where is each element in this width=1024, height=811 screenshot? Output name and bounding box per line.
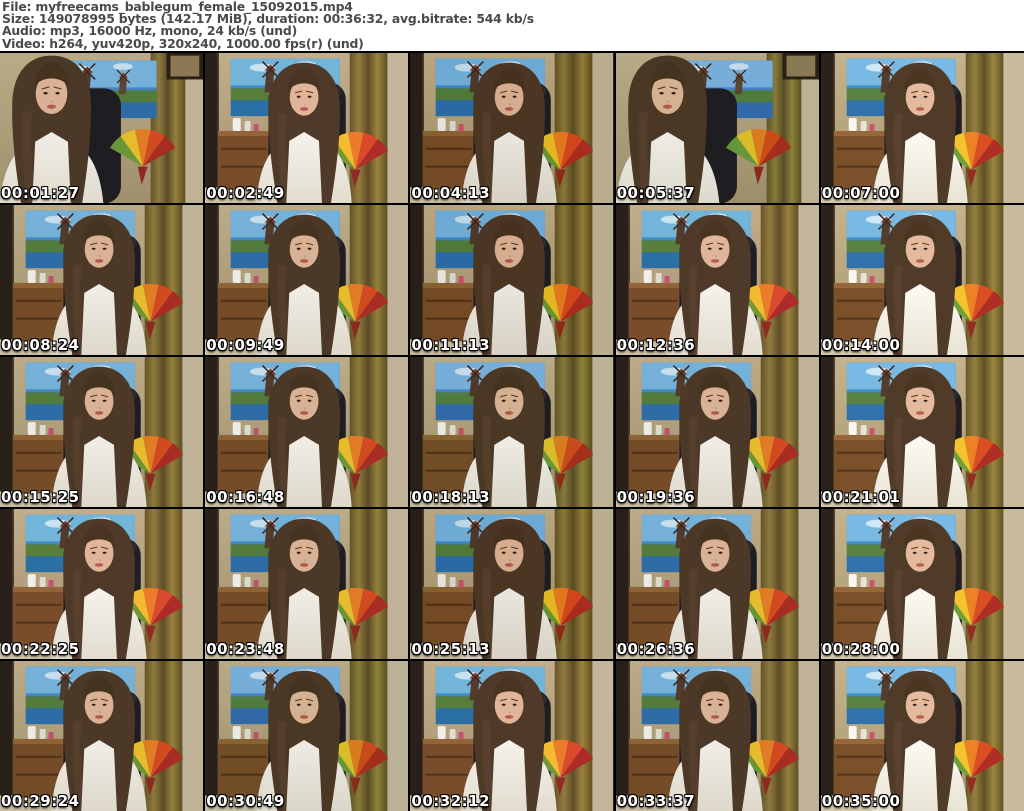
metadata-header: File: myfreecams_bablegum_female_1509201… bbox=[0, 0, 1024, 51]
timestamp-overlay: 00:25:13 bbox=[411, 639, 491, 658]
thumbnail-image bbox=[0, 357, 203, 507]
timestamp-overlay: 00:04:13 bbox=[411, 183, 491, 202]
thumbnail-image bbox=[205, 205, 408, 355]
timestamp-overlay: 00:02:49 bbox=[206, 183, 285, 202]
thumbnail-image bbox=[821, 509, 1024, 659]
timestamp-overlay: 00:32:12 bbox=[411, 791, 491, 810]
video-thumbnail: 00:08:24 bbox=[0, 204, 204, 355]
video-thumbnail: 00:15:25 bbox=[0, 356, 204, 507]
thumbnail-image bbox=[616, 53, 819, 203]
video-thumbnail: 00:05:37 bbox=[615, 52, 819, 203]
video-thumbnail: 00:01:27 bbox=[0, 52, 204, 203]
thumbnail-image bbox=[410, 53, 613, 203]
video-thumbnail: 00:11:13 bbox=[410, 204, 614, 355]
timestamp-overlay: 00:23:48 bbox=[206, 639, 285, 658]
video-thumbnail: 00:35:00 bbox=[820, 660, 1024, 811]
video-thumbnail: 00:30:49 bbox=[205, 660, 409, 811]
video-thumbnail: 00:33:37 bbox=[615, 660, 819, 811]
timestamp-overlay: 00:05:37 bbox=[616, 183, 696, 202]
thumbnail-image bbox=[616, 509, 819, 659]
timestamp-overlay: 00:30:49 bbox=[206, 791, 285, 810]
thumbnail-image bbox=[616, 205, 819, 355]
video-thumbnail: 00:18:13 bbox=[410, 356, 614, 507]
timestamp-overlay: 00:22:25 bbox=[1, 639, 80, 658]
timestamp-overlay: 00:29:24 bbox=[1, 791, 80, 810]
thumbnail-image bbox=[205, 509, 408, 659]
timestamp-overlay: 00:09:49 bbox=[206, 335, 285, 354]
video-thumbnail: 00:22:25 bbox=[0, 508, 204, 659]
thumbnail-image bbox=[205, 357, 408, 507]
video-thumbnail: 00:28:00 bbox=[820, 508, 1024, 659]
thumbnail-image bbox=[821, 357, 1024, 507]
timestamp-overlay: 00:28:00 bbox=[821, 639, 901, 658]
thumbnail-image bbox=[821, 205, 1024, 355]
thumbnail-image bbox=[410, 205, 613, 355]
video-thumbnail: 00:14:00 bbox=[820, 204, 1024, 355]
thumbnail-image bbox=[410, 357, 613, 507]
timestamp-overlay: 00:21:01 bbox=[821, 487, 901, 506]
timestamp-overlay: 00:01:27 bbox=[1, 183, 80, 202]
timestamp-overlay: 00:07:00 bbox=[821, 183, 901, 202]
video-thumbnail: 00:29:24 bbox=[0, 660, 204, 811]
thumbnail-image bbox=[0, 53, 203, 203]
video-thumbnail: 00:07:00 bbox=[820, 52, 1024, 203]
timestamp-overlay: 00:15:25 bbox=[1, 487, 80, 506]
timestamp-overlay: 00:08:24 bbox=[1, 335, 80, 354]
video-thumbnail: 00:25:13 bbox=[410, 508, 614, 659]
video-thumbnail: 00:21:01 bbox=[820, 356, 1024, 507]
timestamp-overlay: 00:33:37 bbox=[616, 791, 696, 810]
video-thumbnail: 00:19:36 bbox=[615, 356, 819, 507]
video-thumbnail: 00:09:49 bbox=[205, 204, 409, 355]
timestamp-overlay: 00:14:00 bbox=[821, 335, 901, 354]
thumbnail-image bbox=[821, 53, 1024, 203]
timestamp-overlay: 00:26:36 bbox=[616, 639, 696, 658]
video-thumbnail: 00:12:36 bbox=[615, 204, 819, 355]
thumbnail-image bbox=[410, 509, 613, 659]
video-thumbnail: 00:02:49 bbox=[205, 52, 409, 203]
video-thumbnail: 00:26:36 bbox=[615, 508, 819, 659]
thumbnail-image bbox=[410, 661, 613, 811]
timestamp-overlay: 00:12:36 bbox=[616, 335, 696, 354]
thumbnail-image bbox=[205, 661, 408, 811]
thumbnail-image bbox=[616, 357, 819, 507]
timestamp-overlay: 00:11:13 bbox=[411, 335, 491, 354]
thumbnail-grid: 00:01:27 00:02:49 00:04:13 00:05:37 00:0… bbox=[0, 50, 1024, 811]
timestamp-overlay: 00:19:36 bbox=[616, 487, 696, 506]
thumbnail-image bbox=[616, 661, 819, 811]
thumbnail-image bbox=[205, 53, 408, 203]
thumbnail-image bbox=[821, 661, 1024, 811]
thumbnail-image bbox=[0, 205, 203, 355]
timestamp-overlay: 00:18:13 bbox=[411, 487, 491, 506]
timestamp-overlay: 00:16:48 bbox=[206, 487, 285, 506]
video-thumbnail: 00:04:13 bbox=[410, 52, 614, 203]
video-info-line: Video: h264, yuv420p, 320x240, 1000.00 f… bbox=[2, 35, 364, 51]
thumbnail-image bbox=[0, 661, 203, 811]
thumbnail-image bbox=[0, 509, 203, 659]
video-thumbnail: 00:23:48 bbox=[205, 508, 409, 659]
timestamp-overlay: 00:35:00 bbox=[821, 791, 901, 810]
video-thumbnail: 00:16:48 bbox=[205, 356, 409, 507]
video-thumbnail: 00:32:12 bbox=[410, 660, 614, 811]
